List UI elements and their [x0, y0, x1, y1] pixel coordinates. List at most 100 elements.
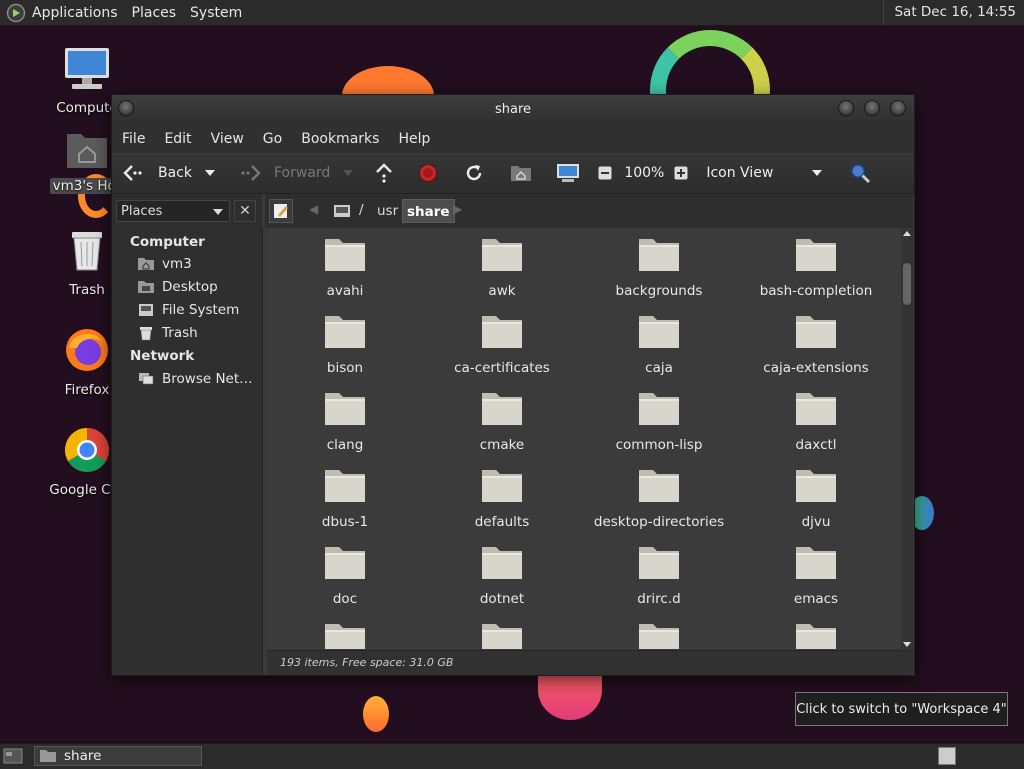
file-item[interactable] [427, 620, 577, 649]
file-item[interactable]: bash-completion [741, 235, 891, 299]
scroll-up-icon[interactable] [901, 229, 913, 239]
taskbar-item-share[interactable]: share [34, 746, 202, 766]
folder-icon [325, 393, 365, 425]
chevron-down-icon [213, 209, 223, 215]
location-edit-toggle[interactable] [269, 199, 293, 223]
sidebar-item-label: File System [162, 302, 240, 318]
view-mode-select[interactable]: Icon View [706, 165, 829, 181]
file-item[interactable] [584, 620, 734, 649]
sidebar-item-file-system[interactable]: File System [138, 302, 239, 318]
up-button[interactable] [374, 162, 400, 184]
search-button[interactable] [849, 162, 877, 184]
scrollbar[interactable] [901, 229, 913, 649]
file-item-label: bison [326, 360, 364, 376]
menubar: File Edit View Go Bookmarks Help [112, 125, 914, 153]
computer-button[interactable] [556, 163, 586, 183]
file-item-label: common-lisp [615, 437, 703, 453]
maximize-button[interactable] [864, 100, 880, 116]
folder-icon [796, 547, 836, 579]
file-item[interactable]: defaults [427, 466, 577, 530]
file-item-label: caja-extensions [763, 360, 869, 376]
sidebar-item-label: Trash [162, 325, 198, 341]
file-item[interactable]: doc [270, 543, 420, 607]
menu-edit[interactable]: Edit [164, 131, 191, 147]
home-folder-icon [511, 166, 532, 181]
file-item[interactable]: avahi [270, 235, 420, 299]
show-desktop-icon[interactable] [3, 748, 23, 768]
sidebar-item-vm3[interactable]: vm3 [138, 256, 192, 272]
zoom-out-button[interactable] [598, 166, 618, 180]
zoom-in-button[interactable] [674, 166, 694, 180]
menu-applications[interactable]: Applications [32, 5, 118, 21]
file-item[interactable] [270, 620, 420, 649]
stop-button[interactable] [418, 163, 444, 183]
zoom-level-label: 100% [624, 165, 665, 181]
menu-places[interactable]: Places [132, 5, 177, 21]
menu-file[interactable]: File [122, 131, 145, 147]
back-button[interactable]: Back [122, 163, 192, 183]
folder-icon [325, 624, 365, 649]
file-item[interactable]: bison [270, 312, 420, 376]
menu-help[interactable]: Help [398, 131, 430, 147]
view-mode-label: Icon View [706, 165, 774, 181]
file-item[interactable]: ca-certificates [427, 312, 577, 376]
file-item[interactable]: caja-extensions [741, 312, 891, 376]
zoom-out-icon [598, 166, 612, 180]
back-history-dropdown[interactable] [204, 168, 222, 178]
drive-icon [139, 304, 153, 316]
file-item[interactable]: awk [427, 235, 577, 299]
folder-icon [796, 239, 836, 271]
chevron-down-icon [812, 170, 823, 176]
file-item[interactable]: drirc.d [584, 543, 734, 607]
workspace-tooltip: Click to switch to "Workspace 4" [795, 692, 1008, 726]
path-root-button[interactable] [333, 199, 355, 223]
menu-go[interactable]: Go [263, 131, 282, 147]
folder-icon [639, 547, 679, 579]
home-button[interactable] [510, 164, 538, 182]
menu-system[interactable]: System [190, 5, 242, 21]
file-item[interactable]: desktop-directories [584, 466, 734, 530]
file-item[interactable]: daxctl [741, 389, 891, 453]
forward-history-dropdown[interactable] [342, 168, 360, 178]
path-scroll-right-icon[interactable]: ▶ [453, 202, 462, 216]
path-scroll-left-icon[interactable]: ◀ [309, 202, 318, 216]
clock[interactable]: Sat Dec 16, 14:55 [883, 0, 1024, 25]
file-item[interactable]: clang [270, 389, 420, 453]
sidebar-item-desktop[interactable]: Desktop [138, 279, 218, 295]
file-item[interactable]: djvu [741, 466, 891, 530]
forward-button[interactable]: Forward [238, 163, 330, 183]
workspace-switcher[interactable] [938, 747, 956, 765]
file-item-label: doc [332, 591, 358, 607]
file-item[interactable]: dotnet [427, 543, 577, 607]
reload-icon [467, 165, 482, 181]
file-item[interactable]: common-lisp [584, 389, 734, 453]
close-button[interactable] [890, 100, 906, 116]
up-arrow-icon [376, 163, 393, 183]
path-separator: / [359, 202, 364, 218]
sidebar-close-button[interactable]: ✕ [234, 200, 256, 222]
menu-bookmarks[interactable]: Bookmarks [301, 131, 379, 147]
file-item[interactable]: caja [584, 312, 734, 376]
file-item[interactable]: dbus-1 [270, 466, 420, 530]
file-item[interactable]: emacs [741, 543, 891, 607]
scroll-down-icon[interactable] [901, 639, 913, 649]
statusbar: 193 items, Free space: 31.0 GB [267, 650, 913, 675]
menu-view[interactable]: View [211, 131, 244, 147]
path-segment-usr[interactable]: usr [373, 199, 402, 223]
file-item[interactable] [741, 620, 891, 649]
computer-icon [557, 164, 580, 182]
scrollbar-thumb[interactable] [903, 263, 911, 305]
panel-logo-icon[interactable] [6, 3, 26, 23]
path-segment-share[interactable]: share [402, 199, 455, 223]
file-item[interactable]: cmake [427, 389, 577, 453]
minimize-button[interactable] [838, 100, 854, 116]
stop-icon [419, 164, 438, 182]
edit-icon [274, 204, 288, 218]
file-item[interactable]: backgrounds [584, 235, 734, 299]
sidebar-item-trash[interactable]: Trash [138, 325, 198, 341]
sidebar-item-browse-network[interactable]: Browse Net… [138, 371, 253, 387]
reload-button[interactable] [464, 163, 490, 183]
places-selector[interactable]: Places [116, 200, 230, 222]
titlebar[interactable]: share [112, 95, 914, 125]
zoom-level[interactable]: 100% [624, 165, 664, 181]
